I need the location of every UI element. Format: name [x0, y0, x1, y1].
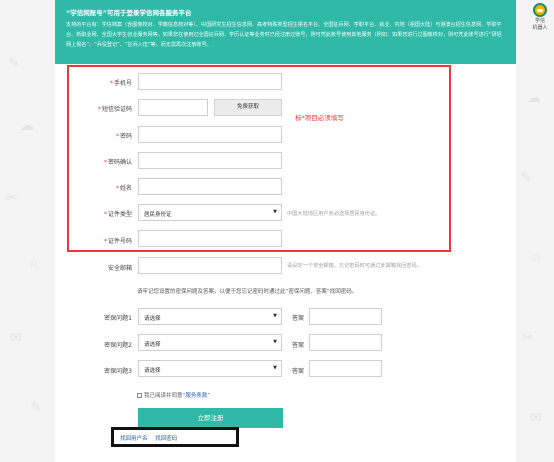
question-3-select[interactable]: 请选择 ▼ — [138, 360, 282, 377]
question-1-select[interactable]: 请选择 ▼ — [138, 308, 282, 325]
register-button[interactable]: 立即注册 — [138, 408, 283, 428]
doodle-icon: ☆ — [28, 255, 41, 271]
doodle-icon: ☁ — [527, 90, 541, 106]
robot-label-1: 学信 — [534, 18, 545, 24]
answer-1-input[interactable] — [309, 308, 382, 325]
doodle-icon: ☁ — [20, 118, 34, 134]
question-3-label: 密保问题3 — [104, 368, 132, 375]
dropdown-arrow-icon: ▼ — [273, 365, 277, 371]
question-1-value: 请选择 — [144, 316, 161, 322]
agree-checkbox[interactable] — [137, 393, 142, 398]
doodle-icon: ✂ — [522, 330, 534, 346]
info-banner: “学信网账号”可用于登录学信网各服务平台 支持的平台有：学信档案（含图像校对、学… — [55, 0, 516, 64]
doodle-icon: ✎ — [30, 400, 42, 416]
doodle-icon: ✂ — [6, 190, 18, 206]
answer-2-label: 答案 — [291, 342, 304, 349]
question-2-select[interactable]: 请选择 ▼ — [138, 334, 282, 351]
recovery-links: 找回用户名 找回密码 — [120, 434, 183, 442]
answer-3-label: 答案 — [291, 368, 304, 375]
email-hint: 请设定一个安全邮箱，忘记密码时可通过此邮箱找回密码。 — [287, 263, 422, 269]
question-1-label: 密保问题1 — [104, 315, 132, 322]
terms-link[interactable]: “服务条款” — [183, 393, 211, 399]
email-label: 安全邮箱 — [107, 265, 132, 272]
doodle-icon: ✎ — [520, 170, 532, 186]
agree-text: 我已阅读并同意 — [144, 393, 183, 399]
required-fields-highlight — [67, 65, 451, 252]
doodle-icon: ✉ — [10, 330, 22, 346]
doodle-icon: ✎ — [8, 55, 20, 71]
find-password-link[interactable]: 找回密码 — [155, 436, 177, 442]
robot-assistant[interactable]: 学信 机器人 — [529, 3, 551, 31]
banner-title: “学信网账号”可用于登录学信网各服务平台 — [66, 9, 192, 17]
find-username-link[interactable]: 找回用户名 — [120, 436, 148, 442]
banner-description: 支持的平台有：学信档案（含图像校对、学籍信息核对等）、中国研究生招生信息网、高考… — [66, 22, 502, 48]
robot-icon — [533, 3, 547, 17]
doodle-icon: ✉ — [530, 410, 542, 426]
question-3-value: 请选择 — [144, 368, 161, 374]
email-input[interactable] — [138, 257, 282, 274]
doodle-icon: ☆ — [530, 250, 543, 266]
terms-agreement: 我已阅读并同意“服务条款” — [137, 391, 210, 399]
answer-3-input[interactable] — [309, 360, 382, 377]
robot-label-2: 机器人 — [532, 25, 548, 31]
answer-2-input[interactable] — [309, 334, 382, 351]
security-question-note: 请牢记您设置的密保问题及答案，以便于您忘记密码时通过此“密保问题、答案”找回密码… — [137, 289, 358, 295]
question-2-label: 密保问题2 — [104, 342, 132, 349]
dropdown-arrow-icon: ▼ — [273, 313, 277, 319]
question-2-value: 请选择 — [144, 342, 161, 348]
answer-1-label: 答案 — [291, 315, 304, 322]
dropdown-arrow-icon: ▼ — [273, 339, 277, 345]
